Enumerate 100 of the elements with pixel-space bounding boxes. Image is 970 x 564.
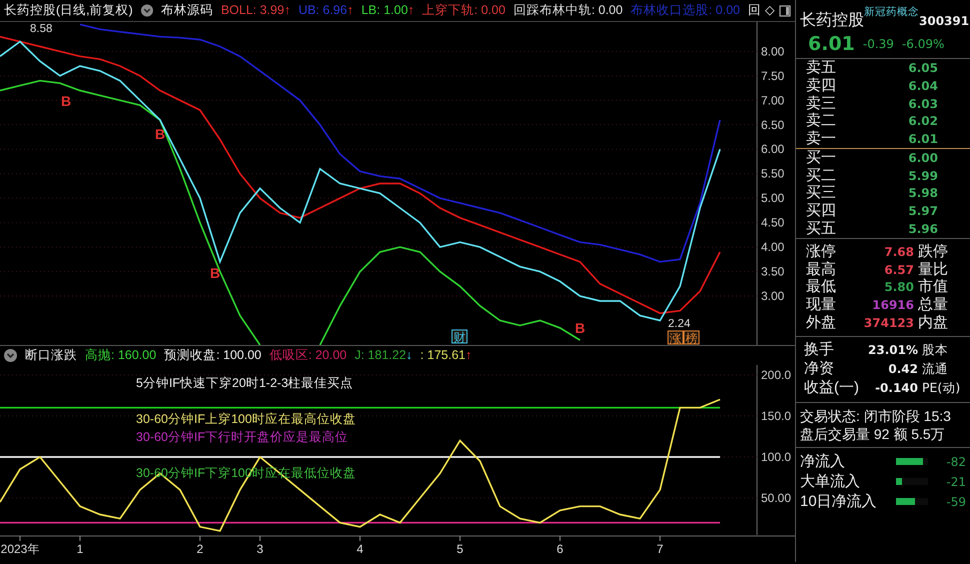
flow-label: 10日净流入	[800, 492, 878, 511]
flow-value: -59	[946, 494, 966, 511]
order-price: 6.02	[907, 113, 938, 130]
arrow-glyph: ↑	[347, 2, 354, 20]
dropdown-icon[interactable]	[4, 349, 17, 362]
order-label: 买二	[805, 166, 837, 185]
order-price: 5.98	[907, 185, 938, 202]
stat-value: 7.68	[883, 244, 914, 261]
stock-name: 长药控股	[800, 12, 864, 30]
news-tag: 涨	[668, 330, 684, 345]
trading-status: 交易状态: 闭市阶段 15:3	[800, 406, 952, 425]
indicator-readout: 高抛: 160.00	[85, 347, 156, 364]
signal-marker: B	[574, 320, 586, 336]
signal-marker: B	[210, 265, 220, 281]
stat-value: 6.57	[883, 262, 914, 279]
axis-label: 6	[556, 542, 564, 556]
indicator-name: 断口涨跌	[25, 347, 77, 364]
axis-label: 4	[356, 542, 364, 556]
order-label: 卖三	[805, 94, 837, 112]
indicator-readout: BOLL: 3.99	[220, 2, 284, 20]
order-label: 买四	[805, 202, 837, 220]
order-price: 6.00	[907, 150, 938, 167]
last-price: 6.01	[808, 32, 855, 57]
stat-value: 374123	[862, 315, 914, 332]
order-label: 卖五	[805, 58, 837, 77]
news-tag: 财	[452, 330, 468, 344]
stat-value: 5.80	[883, 279, 914, 296]
stat-value: 0.42	[887, 361, 918, 378]
indicator-readout: LB: 1.00	[361, 2, 408, 20]
stat-label: 跌停	[917, 242, 948, 261]
stat-value: 16916	[871, 297, 914, 314]
stat-label: 最低	[805, 278, 837, 296]
stat-label: 最高	[805, 260, 837, 279]
axis-label: 5	[456, 542, 464, 556]
flow-label: 大单流入	[800, 472, 861, 491]
order-label: 卖四	[805, 76, 837, 95]
axis-label: 3.50	[761, 264, 784, 279]
order-price: 6.05	[907, 60, 938, 77]
stat-label: 净资	[803, 360, 835, 378]
order-price: 6.03	[907, 96, 938, 112]
indicator-readout: : 175.61	[420, 347, 466, 364]
order-price: 5.99	[907, 168, 938, 185]
stat-label: 流通	[921, 360, 948, 378]
flow-value: -82	[946, 454, 966, 471]
concept-label[interactable]: 新冠药概念	[864, 6, 919, 18]
toolbar-glyph[interactable]: ◇	[765, 1, 775, 20]
stock-code: 300391	[919, 13, 970, 30]
indicator-readout: 上穿下轨: 0.00	[422, 2, 506, 20]
order-price: 5.97	[907, 203, 938, 220]
order-label: 卖二	[805, 112, 837, 130]
indicator-readout: 低吸区: 20.00	[269, 347, 347, 364]
order-price: 5.96	[907, 221, 938, 238]
stat-label: 外盘	[805, 314, 837, 332]
axis-label: 100.0	[761, 450, 792, 464]
order-label: 买一	[805, 148, 837, 167]
panel-toggle-icon[interactable]	[779, 4, 791, 16]
axis-label: 4.00	[761, 240, 784, 254]
axis-label: 7	[656, 542, 664, 556]
chart-note: 30-60分钟IF上穿100时应在最高位收盘	[136, 412, 356, 426]
signal-marker: B	[154, 126, 166, 142]
stat-value: 23.01%	[867, 342, 918, 360]
axis-label: 3	[256, 542, 264, 556]
order-price: 6.01	[907, 131, 938, 148]
price-label: 2.24	[668, 318, 690, 330]
axis-label: 50.00	[761, 491, 792, 506]
arrow-glyph: ↑	[408, 2, 414, 20]
trading-status: 盘后交易量 92 额 5.5万	[800, 424, 946, 443]
axis-label: 5.00	[761, 191, 784, 206]
axis-label: 6.50	[761, 118, 784, 132]
axis-label: 150.0	[761, 408, 792, 423]
chart-title: 长药控股(日线,前复权)	[4, 2, 133, 20]
order-label: 买五	[805, 220, 837, 238]
axis-label: 8.00	[761, 44, 784, 58]
stat-value: -0.140	[874, 380, 918, 398]
indicator-readout: 布林收口选股: 0.00	[630, 2, 740, 20]
price-label: 8.58	[30, 23, 52, 35]
dropdown-icon[interactable]	[140, 4, 153, 17]
axis-label: 2	[196, 542, 204, 556]
arrow-glyph: ↓	[406, 347, 412, 364]
signal-marker: B	[60, 93, 72, 109]
axis-label: 5.50	[761, 166, 784, 181]
indicator-readout: UB: 6.96	[298, 2, 348, 20]
stat-label: 涨停	[805, 242, 837, 261]
stat-label: 内盘	[917, 314, 948, 332]
toolbar-glyph[interactable]: 回	[748, 1, 761, 20]
chart-note: 5分钟IF快速下穿20时1-2-3柱最佳买点	[136, 376, 354, 390]
axis-label: 4.50	[761, 216, 784, 230]
percent-change: -6.09%	[902, 36, 944, 53]
indicator-name: 布林源码	[160, 2, 213, 20]
indicator-readout: 预测收盘: 100.00	[164, 347, 262, 364]
axis-label: 7.50	[761, 68, 784, 83]
order-label: 卖一	[805, 130, 837, 148]
axis-label: 200.0	[761, 368, 792, 382]
stat-label: 量比	[917, 260, 948, 278]
axis-label: 2023年	[0, 542, 40, 556]
stat-label: 换手	[803, 341, 835, 360]
chart-note: 30-60分钟IF下行时开盘价应是最高位	[136, 430, 348, 444]
stat-label: 总量	[917, 296, 948, 314]
news-tag: 榜	[684, 330, 700, 345]
stat-label: 股本	[921, 341, 948, 360]
